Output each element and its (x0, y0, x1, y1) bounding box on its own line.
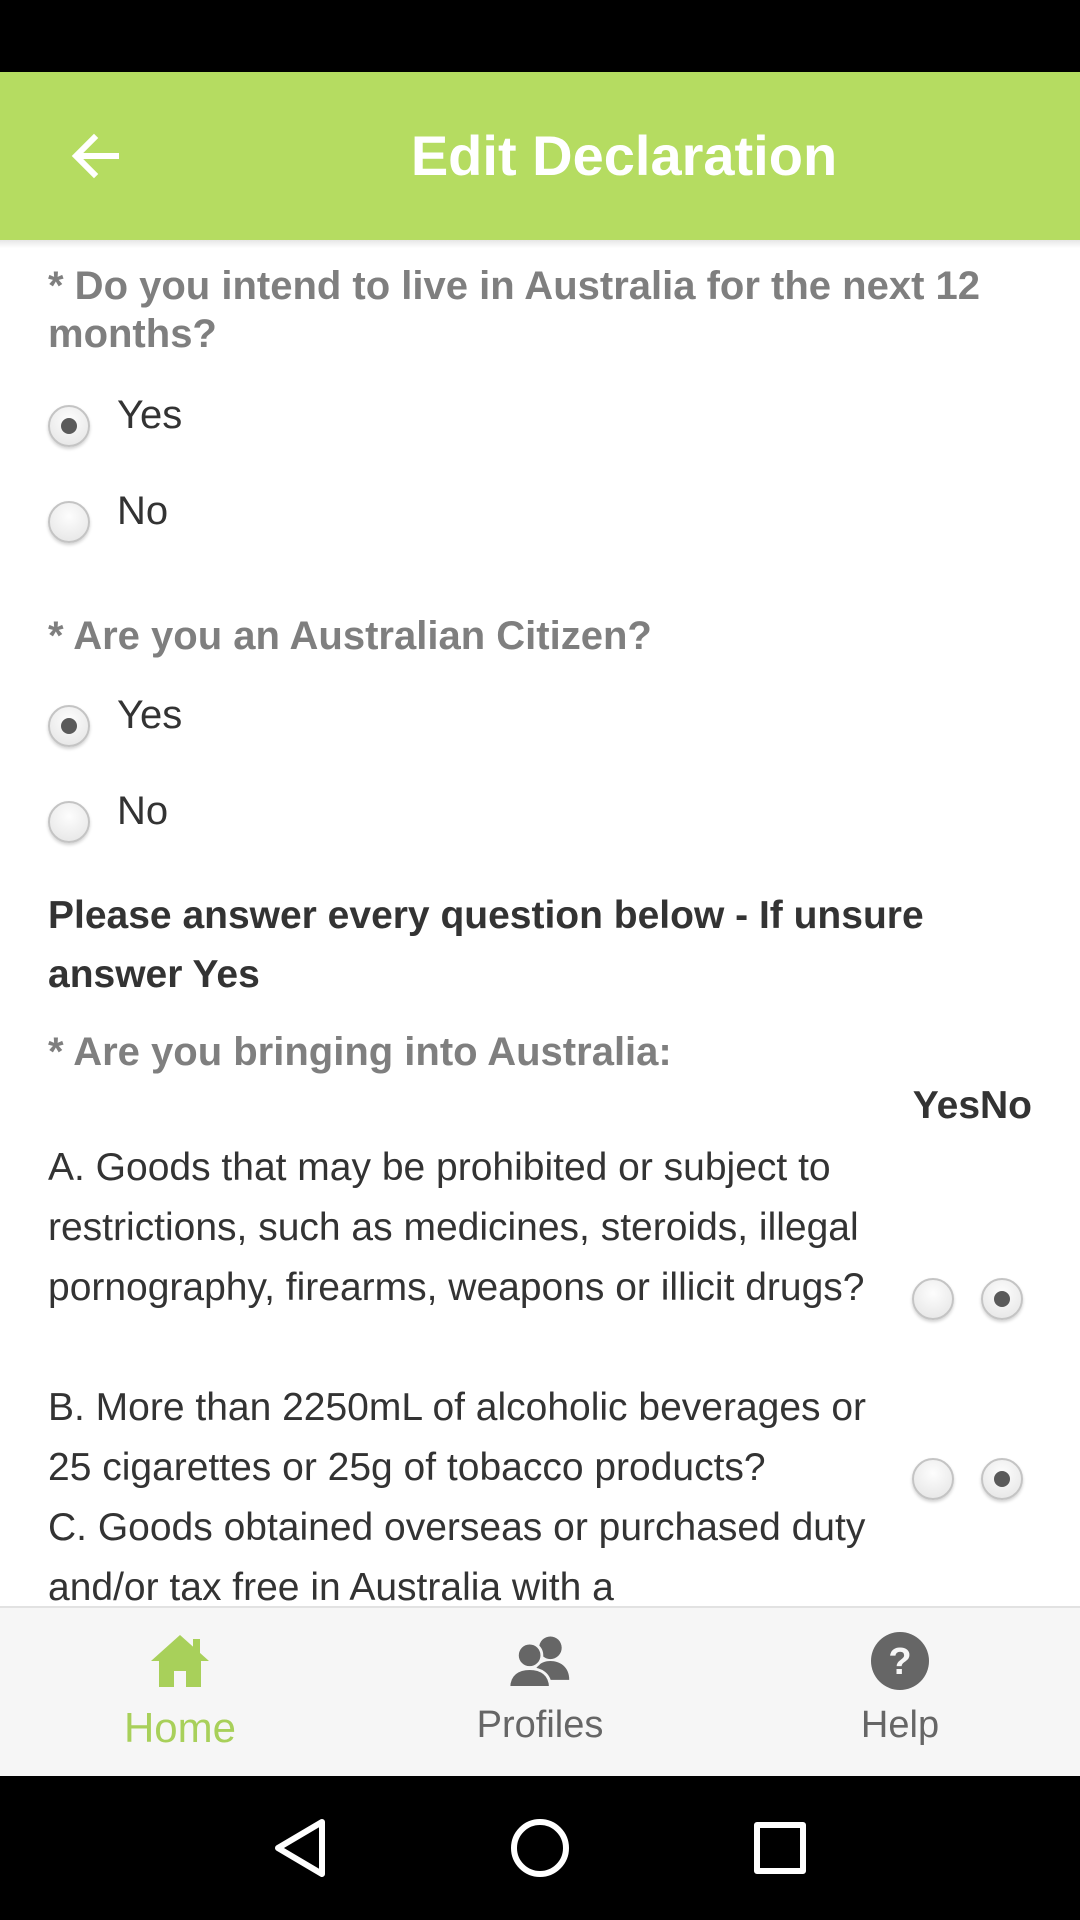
home-circle-icon (511, 1819, 569, 1877)
system-back-button[interactable] (264, 1812, 336, 1884)
svg-text:?: ? (888, 1641, 911, 1683)
question-australian-citizen: * Are you an Australian Citizen? (48, 614, 652, 658)
goods-a-yes-radio[interactable] (912, 1278, 954, 1320)
back-triangle-icon (275, 1819, 325, 1877)
q1-option-yes[interactable]: Yes (48, 393, 183, 458)
radio-button-checked[interactable] (48, 405, 90, 447)
goods-b-no-radio[interactable] (981, 1458, 1023, 1500)
page-title: Edit Declaration (410, 124, 838, 187)
q1-option-no[interactable]: No (48, 489, 169, 554)
system-navigation-bar (0, 1776, 1080, 1920)
nav-help[interactable]: ? Help (720, 1608, 1080, 1776)
goods-b-yes-radio[interactable] (912, 1458, 954, 1500)
nav-home[interactable]: Home (0, 1608, 360, 1776)
system-recents-button[interactable] (744, 1812, 816, 1884)
declaration-form: * Do you intend to live in Australia for… (0, 240, 1080, 1606)
goods-a-no-radio[interactable] (981, 1278, 1023, 1320)
help-icon: ? (867, 1628, 933, 1694)
question-live-in-australia: * Do you intend to live in Australia for… (48, 264, 980, 356)
recents-square-icon (754, 1822, 806, 1874)
q2-option-no[interactable]: No (48, 789, 169, 854)
question-bringing-goods: * Are you bringing into Australia: (48, 1030, 672, 1074)
radio-label: No (117, 789, 169, 833)
goods-item-b: B. More than 2250mL of alcoholic beverag… (48, 1386, 867, 1489)
nav-profiles[interactable]: Profiles (360, 1608, 720, 1776)
radio-button-checked[interactable] (48, 705, 90, 747)
radio-label: Yes (117, 393, 183, 437)
nav-label-profiles: Profiles (476, 1704, 604, 1746)
status-bar (0, 0, 1080, 72)
q2-option-yes[interactable]: Yes (48, 693, 183, 758)
radio-label: No (117, 489, 169, 533)
goods-item-c: C. Goods obtained overseas or purchased … (48, 1506, 866, 1606)
radio-button[interactable] (48, 801, 90, 843)
radio-label: Yes (117, 693, 183, 737)
system-home-button[interactable] (504, 1812, 576, 1884)
yes-no-column-header: YesNo (912, 1084, 1032, 1127)
radio-button[interactable] (48, 501, 90, 543)
profiles-icon (507, 1628, 573, 1694)
instruction-text: Please answer every question below - If … (48, 894, 924, 996)
nav-label-home: Home (123, 1704, 237, 1751)
bottom-navigation: Home Profiles ? Help (0, 1606, 1080, 1776)
goods-item-a: A. Goods that may be prohibited or subje… (48, 1146, 865, 1309)
nav-label-help: Help (860, 1704, 940, 1746)
home-icon (147, 1628, 213, 1694)
app-bar: Edit Declaration (0, 72, 1080, 240)
